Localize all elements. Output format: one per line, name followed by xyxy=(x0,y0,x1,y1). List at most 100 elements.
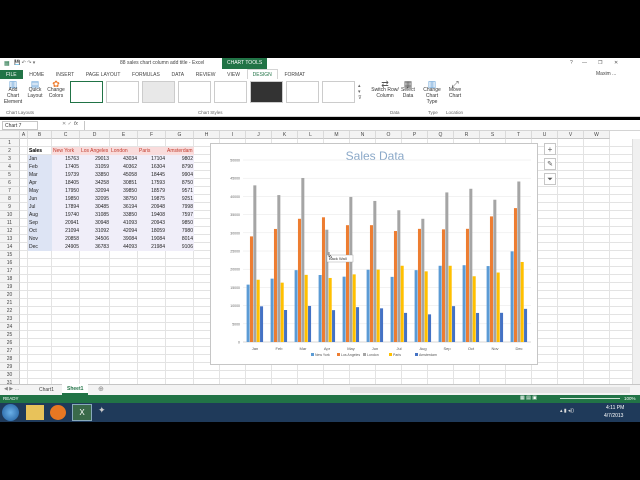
formula-input[interactable] xyxy=(84,121,634,130)
column-header-t[interactable]: T xyxy=(506,131,532,139)
table-cell[interactable]: 34258 xyxy=(80,179,110,187)
table-cell[interactable]: 9571 xyxy=(166,187,194,195)
row-header[interactable]: 21 xyxy=(0,299,20,307)
view-buttons[interactable]: ▦ ▤ ▣ xyxy=(520,395,537,401)
chart-style-5[interactable] xyxy=(214,81,247,103)
table-cell[interactable]: 41093 xyxy=(110,219,138,227)
column-header-r[interactable]: R xyxy=(454,131,480,139)
chart-style-6[interactable] xyxy=(250,81,283,103)
horizontal-scrollbar[interactable] xyxy=(350,387,630,393)
table-row-label[interactable]: Aug xyxy=(28,211,52,219)
table-cell[interactable]: 32095 xyxy=(80,195,110,203)
table-cell[interactable]: 39084 xyxy=(110,235,138,243)
table-cell[interactable]: 20943 xyxy=(138,219,166,227)
column-header-w[interactable]: W xyxy=(584,131,610,139)
row-header[interactable]: 13 xyxy=(0,235,20,243)
table-row-label[interactable]: Jul xyxy=(28,203,52,211)
chart-styles-brush-icon[interactable]: ✎ xyxy=(544,158,556,170)
column-header-f[interactable]: F xyxy=(138,131,166,139)
table-row-label[interactable]: Mar xyxy=(28,171,52,179)
column-header-b[interactable]: B xyxy=(28,131,52,139)
column-header-o[interactable]: O xyxy=(376,131,402,139)
row-header[interactable]: 9 xyxy=(0,203,20,211)
explorer-icon[interactable] xyxy=(26,405,44,420)
sheet-tab-sheet1[interactable]: Sheet1 xyxy=(62,384,89,395)
column-header-k[interactable]: K xyxy=(272,131,298,139)
table-cell[interactable]: 31059 xyxy=(80,163,110,171)
formula-buttons[interactable]: ✕ ✓ xyxy=(62,121,72,127)
table-cell[interactable]: 18445 xyxy=(138,171,166,179)
chart-style-1[interactable] xyxy=(70,81,103,103)
table-cell[interactable]: 18405 xyxy=(52,179,80,187)
table-row-label[interactable]: Sep xyxy=(28,219,52,227)
new-sheet-icon[interactable]: ⊕ xyxy=(98,385,104,393)
table-cell[interactable]: 20941 xyxy=(52,219,80,227)
column-header-h[interactable]: H xyxy=(194,131,220,139)
column-header-a[interactable]: A xyxy=(20,131,28,139)
row-header[interactable]: 5 xyxy=(0,171,20,179)
table-cell[interactable]: 17104 xyxy=(138,155,166,163)
table-row-label[interactable]: Jun xyxy=(28,195,52,203)
chart-style-3[interactable] xyxy=(142,81,175,103)
quick-layout-button[interactable]: ▤ Quick Layout xyxy=(26,80,44,100)
table-cell[interactable]: 8750 xyxy=(166,179,194,187)
table-cell[interactable]: 30485 xyxy=(80,203,110,211)
change-colors-button[interactable]: ✿ Change Colors xyxy=(46,80,66,100)
chart-style-8[interactable] xyxy=(322,81,355,103)
table-row-label[interactable]: Oct xyxy=(28,227,52,235)
table-cell[interactable]: 7980 xyxy=(166,227,194,235)
column-header-i[interactable]: I xyxy=(220,131,246,139)
table-row-label[interactable]: Jan xyxy=(28,155,52,163)
select-all-corner[interactable] xyxy=(0,131,20,139)
table-cell[interactable]: 17950 xyxy=(52,187,80,195)
table-cell[interactable]: 30851 xyxy=(110,179,138,187)
column-header-p[interactable]: P xyxy=(402,131,428,139)
chart-area[interactable]: Sales Data 50000 45000 40000 35000 30000 25000… xyxy=(210,143,538,365)
column-header-u[interactable]: U xyxy=(532,131,558,139)
switch-row-column-button[interactable]: ⇄ Switch Row/ Column xyxy=(371,80,399,100)
table-cell[interactable]: 33850 xyxy=(80,171,110,179)
table-cell[interactable]: 21984 xyxy=(138,243,166,251)
row-header[interactable]: 30 xyxy=(0,371,20,379)
table-header-cell[interactable]: Los Angeles xyxy=(80,147,110,155)
table-cell[interactable]: 19084 xyxy=(138,235,166,243)
fx-icon[interactable]: fx xyxy=(74,121,78,127)
table-cell[interactable]: 44093 xyxy=(110,243,138,251)
firefox-icon[interactable] xyxy=(50,405,66,420)
table-cell[interactable]: 19740 xyxy=(52,211,80,219)
table-cell[interactable]: 42094 xyxy=(110,227,138,235)
column-header-m[interactable]: M xyxy=(324,131,350,139)
row-header[interactable]: 16 xyxy=(0,259,20,267)
row-header[interactable]: 19 xyxy=(0,283,20,291)
table-cell[interactable]: 45058 xyxy=(110,171,138,179)
row-header[interactable]: 24 xyxy=(0,323,20,331)
table-row-label[interactable]: Feb xyxy=(28,163,52,171)
column-header-e[interactable]: E xyxy=(110,131,138,139)
name-box[interactable]: Chart 7 xyxy=(2,121,38,130)
chart-svg[interactable]: Sales Data500004500040000350003000025000… xyxy=(211,144,539,366)
table-cell[interactable]: 19875 xyxy=(138,195,166,203)
row-header[interactable]: 23 xyxy=(0,315,20,323)
move-chart-button[interactable]: ⤢ Move Chart xyxy=(446,80,464,100)
table-header-cell[interactable]: London xyxy=(110,147,138,155)
table-cell[interactable]: 19850 xyxy=(52,195,80,203)
row-header[interactable]: 8 xyxy=(0,195,20,203)
row-header[interactable]: 27 xyxy=(0,347,20,355)
sheet-nav-arrows[interactable]: ◀ ▶ … xyxy=(4,386,19,392)
table-cell[interactable]: 15763 xyxy=(52,155,80,163)
row-header[interactable]: 11 xyxy=(0,219,20,227)
table-cell[interactable]: 9850 xyxy=(166,219,194,227)
column-header-q[interactable]: Q xyxy=(428,131,454,139)
quick-access-toolbar[interactable]: 💾 ↶ ↷ ▾ xyxy=(14,60,35,66)
table-cell[interactable]: 9904 xyxy=(166,171,194,179)
sheet-tab-chart1[interactable]: Chart1 xyxy=(34,385,59,395)
worksheet-grid[interactable]: ABCDEFGHIJKLMNOPQRSTUVW 1 2 3 4 5 6 7 8 9 10 11 12 1… xyxy=(0,131,640,384)
table-cell[interactable]: 17894 xyxy=(52,203,80,211)
column-header-v[interactable]: V xyxy=(558,131,584,139)
table-row-label[interactable]: Nov xyxy=(28,235,52,243)
styles-scroll-arrows[interactable]: ▴ ▾ ⊽ xyxy=(358,83,362,101)
row-header[interactable]: 6 xyxy=(0,179,20,187)
table-cell[interactable]: 39850 xyxy=(110,187,138,195)
close-button[interactable]: ✕ xyxy=(614,60,618,66)
row-header[interactable]: 20 xyxy=(0,291,20,299)
